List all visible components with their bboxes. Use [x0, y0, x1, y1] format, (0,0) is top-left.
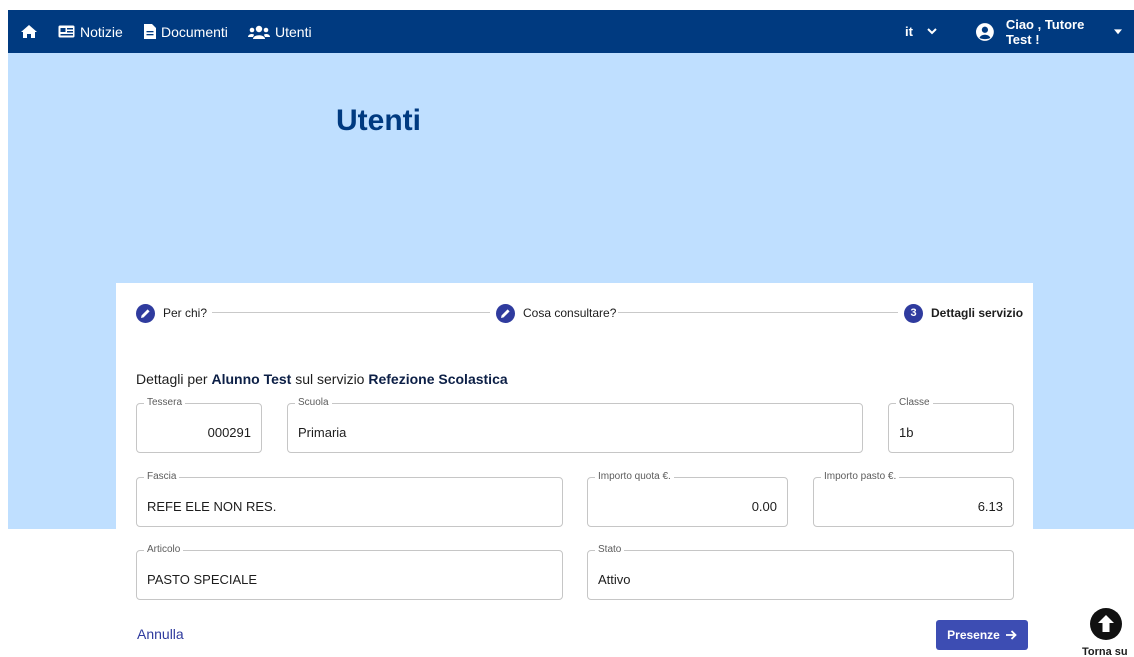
details-middle: sul servizio — [295, 371, 365, 387]
step-label: Cosa consultare? — [523, 306, 617, 320]
field-value: REFE ELE NON RES. — [147, 499, 277, 514]
nav-item-utenti[interactable]: Utenti — [248, 10, 312, 53]
step-number: 3 — [904, 303, 923, 323]
home-icon — [21, 25, 37, 38]
users-icon — [248, 25, 270, 39]
presenze-button[interactable]: Presenze — [936, 620, 1028, 650]
field-value: Attivo — [598, 572, 631, 587]
nav-label-utenti: Utenti — [275, 23, 312, 40]
pencil-icon — [136, 303, 155, 323]
step-label: Per chi? — [163, 306, 208, 320]
importo-pasto-field[interactable]: Importo pasto €. 6.13 — [813, 470, 1014, 527]
details-heading: Dettagli per Alunno Test sul servizio Re… — [136, 371, 508, 387]
step-per-chi[interactable]: Per chi? — [136, 303, 207, 323]
language-code: it — [905, 24, 913, 39]
arrow-right-icon — [1005, 630, 1017, 640]
details-prefix: Dettagli per — [136, 371, 208, 387]
nav-label-documenti: Documenti — [161, 23, 228, 40]
step-label: Dettagli servizio — [931, 306, 1024, 320]
student-name: Alunno Test — [211, 371, 292, 387]
service-name: Refezione Scolastica — [368, 371, 508, 387]
field-label: Importo pasto €. — [821, 470, 900, 484]
importo-quota-field[interactable]: Importo quota €. 0.00 — [587, 470, 788, 527]
field-value: PASTO SPECIALE — [147, 572, 258, 587]
field-label: Fascia — [144, 470, 180, 484]
top-navbar: Notizie Documenti Utenti it Ciao , Tutor… — [8, 10, 1134, 53]
field-value: 0.00 — [751, 499, 777, 514]
step-dettagli-servizio: 3 Dettagli servizio — [904, 303, 1023, 323]
field-label: Scuola — [295, 396, 332, 410]
fascia-field[interactable]: Fascia REFE ELE NON RES. — [136, 470, 563, 527]
back-to-top-label: Torna su — [1082, 646, 1128, 657]
newspaper-icon — [58, 25, 75, 38]
step-cosa-consultare[interactable]: Cosa consultare? — [496, 303, 616, 323]
back-to-top-button[interactable]: Torna su — [1080, 608, 1134, 657]
articolo-field[interactable]: Articolo PASTO SPECIALE — [136, 543, 563, 600]
scuola-field[interactable]: Scuola Primaria — [287, 396, 863, 453]
document-icon — [144, 24, 156, 39]
field-label: Articolo — [144, 543, 184, 557]
nav-item-notizie[interactable]: Notizie — [58, 10, 123, 53]
caret-down-icon — [1113, 28, 1122, 34]
cancel-link[interactable]: Annulla — [137, 626, 184, 642]
step-connector — [618, 312, 898, 313]
classe-field[interactable]: Classe 1b — [888, 396, 1014, 453]
page-title: Utenti — [336, 104, 421, 137]
field-label: Tessera — [144, 396, 186, 410]
user-menu[interactable]: Ciao , Tutore Test ! — [976, 10, 1134, 53]
pencil-icon — [496, 303, 515, 323]
user-greeting: Ciao , Tutore Test ! — [1005, 16, 1085, 47]
arrow-up-circle-icon — [1090, 608, 1122, 640]
field-label: Classe — [896, 396, 933, 410]
field-label: Importo quota €. — [595, 470, 674, 484]
presenze-button-label: Presenze — [947, 628, 1000, 642]
field-value: 6.13 — [977, 499, 1003, 514]
language-selector[interactable]: it — [905, 10, 942, 53]
stato-field[interactable]: Stato Attivo — [587, 543, 1014, 600]
home-link[interactable] — [20, 10, 43, 53]
nav-label-notizie: Notizie — [80, 23, 123, 40]
user-circle-icon — [976, 22, 994, 41]
field-label: Stato — [595, 543, 625, 557]
field-value: 1b — [899, 425, 914, 440]
field-value: 000291 — [207, 425, 251, 440]
chevron-down-icon — [927, 28, 937, 35]
nav-item-documenti[interactable]: Documenti — [144, 10, 228, 53]
tessera-field[interactable]: Tessera 000291 — [136, 396, 262, 453]
step-connector — [212, 312, 490, 313]
field-value: Primaria — [298, 425, 347, 440]
